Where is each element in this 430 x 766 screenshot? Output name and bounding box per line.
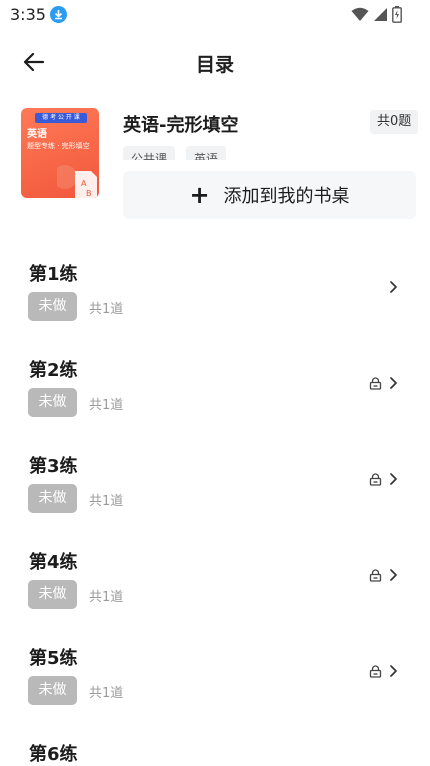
lesson-question-count: 共1道	[89, 302, 124, 317]
wifi-icon	[351, 7, 369, 21]
lesson-title: 第2练	[29, 360, 78, 381]
lesson-item-3[interactable]: 第3练 未做 共1道	[0, 452, 430, 548]
lesson-status-badge: 未做	[28, 484, 77, 513]
question-count-badge: 共0题	[370, 110, 419, 134]
cover-illustration: A B	[57, 165, 97, 198]
chevron-right-icon	[390, 473, 397, 485]
chevron-right-icon	[390, 569, 397, 581]
signal-icon	[374, 8, 387, 21]
cover-title: 英语	[27, 129, 47, 140]
lesson-title: 第1练	[29, 264, 78, 285]
book-title: 英语-完形填空	[123, 115, 239, 136]
tag-category: 公共课	[123, 146, 176, 160]
svg-text:A: A	[81, 179, 87, 188]
book-tags: 公共课 英语	[123, 146, 227, 160]
status-time: 3:35	[10, 5, 46, 24]
lesson-question-count: 共1道	[89, 590, 124, 605]
add-to-desk-button[interactable]: + 添加到我的书桌	[123, 171, 416, 219]
status-icons	[351, 6, 402, 23]
download-icon	[50, 6, 67, 23]
lesson-question-count: 共1道	[89, 494, 124, 509]
cover-logo: 德 考 公 开 课	[35, 113, 87, 123]
book-cover: 德 考 公 开 课 英语 题型专练 · 完形填空 A B	[21, 108, 99, 198]
lesson-item-4[interactable]: 第4练 未做 共1道	[0, 548, 430, 644]
lesson-title: 第5练	[29, 648, 78, 669]
lesson-item-5[interactable]: 第5练 未做 共1道	[0, 644, 430, 740]
lesson-question-count: 共1道	[89, 398, 124, 413]
lock-icon	[369, 569, 382, 582]
lock-icon	[369, 473, 382, 486]
lock-icon	[369, 377, 382, 390]
add-to-desk-label: 添加到我的书桌	[223, 186, 350, 207]
lesson-question-count: 共1道	[89, 686, 124, 701]
page-title: 目录	[195, 54, 234, 76]
lesson-title: 第6练	[29, 744, 78, 765]
chevron-right-icon	[390, 665, 397, 677]
lesson-status-badge: 未做	[28, 388, 77, 417]
lesson-title: 第3练	[29, 456, 78, 477]
cover-subtitle: 题型专练 · 完形填空	[27, 142, 90, 150]
svg-text:B: B	[86, 189, 92, 198]
lock-icon	[369, 665, 382, 678]
battery-icon	[392, 6, 402, 23]
lesson-item-6[interactable]: 第6练	[0, 740, 430, 765]
lesson-status-badge: 未做	[28, 292, 77, 321]
lesson-title: 第4练	[29, 552, 78, 573]
status-bar: 3:35	[0, 0, 430, 30]
plus-icon: +	[189, 181, 210, 209]
tag-subject: 英语	[186, 146, 227, 160]
lesson-item-2[interactable]: 第2练 未做 共1道	[0, 356, 430, 452]
chevron-right-icon	[390, 281, 397, 293]
chevron-right-icon	[390, 377, 397, 389]
lesson-status-badge: 未做	[28, 580, 77, 609]
lesson-item-1[interactable]: 第1练 未做 共1道	[0, 260, 430, 356]
lesson-status-badge: 未做	[28, 676, 77, 705]
header-bar: 目录	[0, 40, 430, 84]
